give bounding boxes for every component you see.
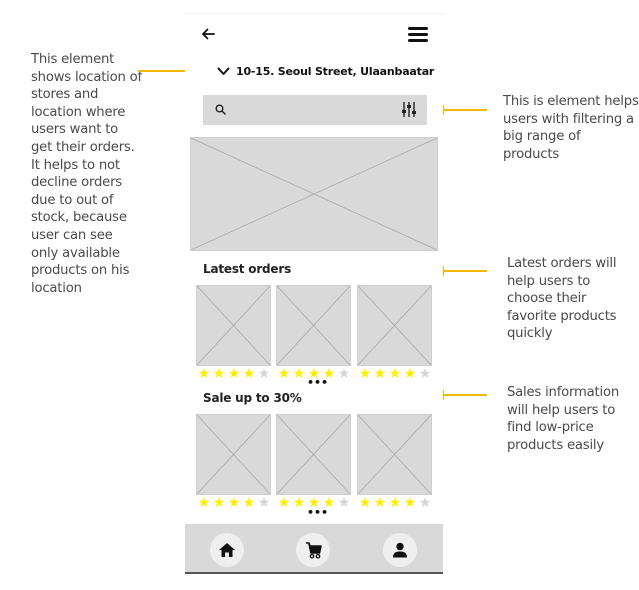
search-icon [215,104,226,115]
star-filled-icon: ★ [403,366,417,382]
image-placeholder-icon [358,415,431,494]
star-rating: ★ ★ ★ ★ ★ [358,367,432,381]
star-filled-icon: ★ [227,366,241,382]
user-icon [393,542,407,558]
latest-orders-title: Latest orders [203,262,292,276]
nav-home-button[interactable] [210,533,244,567]
sale-more-button[interactable]: ••• [307,507,328,518]
annotation-location: This element shows location of stores an… [31,52,142,296]
hamburger-menu-icon[interactable] [407,25,429,43]
star-filled-icon: ★ [358,495,372,511]
image-placeholder-icon [358,286,431,365]
star-filled-icon: ★ [388,366,402,382]
home-icon [219,543,235,557]
hero-banner-image[interactable] [190,137,438,251]
product-image [276,285,351,366]
cart-icon [305,542,322,559]
star-rating: ★ ★ ★ ★ ★ [197,367,271,381]
sale-title: Sale up to 30% [203,391,302,405]
star-filled-icon: ★ [197,366,211,382]
star-filled-icon: ★ [227,495,241,511]
star-filled-icon: ★ [373,495,387,511]
product-image [357,285,432,366]
annotation-filter: This is element helps users with filteri… [503,94,639,162]
product-image [357,414,432,495]
image-placeholder-icon [191,138,437,250]
location-selector[interactable]: 10-15. Seoul Street, Ulaanbaatar [217,63,434,79]
bottom-navigation [185,524,443,574]
star-filled-icon: ★ [277,366,291,382]
image-placeholder-icon [197,286,270,365]
product-image [196,285,271,366]
star-rating: ★ ★ ★ ★ ★ [358,496,432,510]
star-filled-icon: ★ [212,366,226,382]
image-placeholder-icon [197,415,270,494]
nav-cart-button[interactable] [296,533,330,567]
product-image [196,414,271,495]
star-filled-icon: ★ [358,366,372,382]
star-empty-icon: ★ [418,366,432,382]
star-filled-icon: ★ [197,495,211,511]
image-placeholder-icon [277,286,350,365]
star-filled-icon: ★ [292,495,306,511]
star-filled-icon: ★ [403,495,417,511]
star-rating: ★ ★ ★ ★ ★ [197,496,271,510]
star-empty-icon: ★ [418,495,432,511]
annotation-latest-orders: Latest orders will help users to choose … [507,256,617,342]
star-empty-icon: ★ [337,495,351,511]
star-empty-icon: ★ [257,366,271,382]
star-filled-icon: ★ [212,495,226,511]
phone-screen: 10-15. Seoul Street, Ulaanbaatar Latest … [185,13,443,574]
search-input[interactable] [203,95,427,125]
latest-orders-more-button[interactable]: ••• [307,377,328,388]
location-address: 10-15. Seoul Street, Ulaanbaatar [236,64,435,78]
image-placeholder-icon [277,415,350,494]
back-arrow-icon[interactable] [200,26,216,42]
star-empty-icon: ★ [337,366,351,382]
star-filled-icon: ★ [277,495,291,511]
star-filled-icon: ★ [242,366,256,382]
product-image [276,414,351,495]
star-filled-icon: ★ [242,495,256,511]
star-empty-icon: ★ [257,495,271,511]
star-filled-icon: ★ [292,366,306,382]
star-filled-icon: ★ [388,495,402,511]
star-filled-icon: ★ [373,366,387,382]
annotation-sale: Sales information will help users to fin… [507,385,620,453]
chevron-down-icon [217,67,230,75]
nav-profile-button[interactable] [383,533,417,567]
sliders-icon[interactable] [401,101,417,118]
